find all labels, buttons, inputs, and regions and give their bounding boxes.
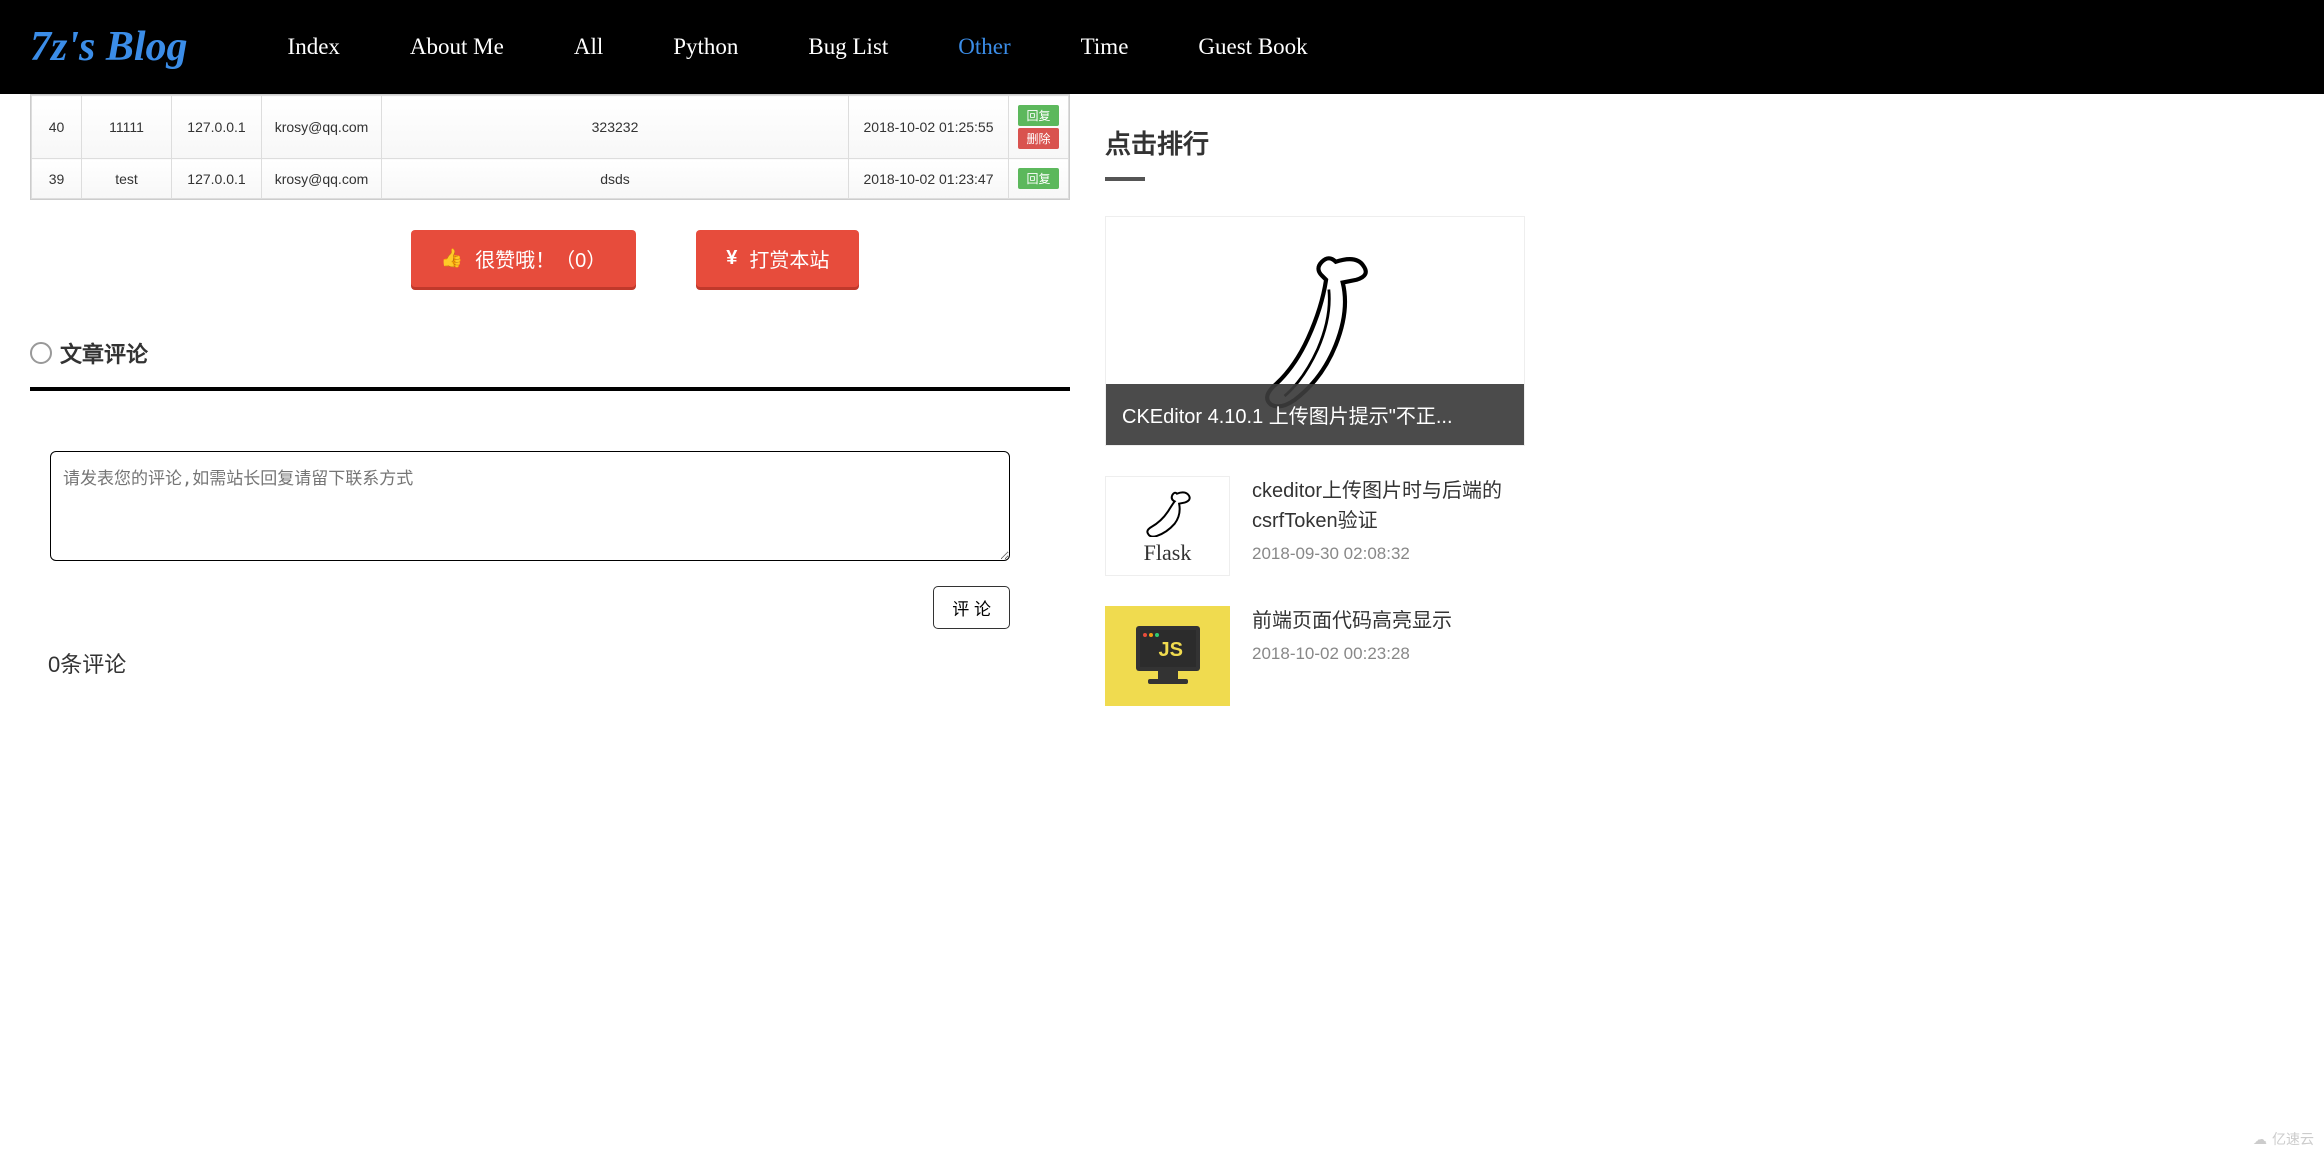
delete-button[interactable]: 删除 [1018,128,1058,149]
cell-ip: 127.0.0.1 [172,96,262,159]
post-info: ckeditor上传图片时与后端的csrfToken验证 2018-09-30 … [1252,476,1525,576]
flask-logo-icon [1133,487,1203,537]
nav-other[interactable]: Other [958,34,1010,60]
cell-email: krosy@qq.com [262,159,382,199]
cell-email: krosy@qq.com [262,96,382,159]
watermark: ☁ 亿速云 [2253,1129,2314,1149]
nav-all[interactable]: All [574,34,603,60]
post-title: ckeditor上传图片时与后端的csrfToken验证 [1252,476,1525,536]
header: 7z's Blog Index About Me All Python Bug … [0,0,2324,94]
post-date: 2018-09-30 02:08:32 [1252,544,1525,564]
comment-section: 文章评论 评 论 0条评论 [30,337,1070,679]
comment-title-text: 文章评论 [60,337,148,369]
nav-guestbook[interactable]: Guest Book [1198,34,1307,60]
donate-label: 打赏本站 [749,244,829,273]
cell-ip: 127.0.0.1 [172,159,262,199]
flask-label: Flask [1133,540,1203,566]
sidebar: 点击排行 CKEditor 4.10.1 上传图片提示"不正... Fl [1105,94,1525,766]
post-thumbnail: JS [1105,606,1230,706]
thumb-up-icon [441,247,463,270]
post-date: 2018-10-02 00:23:28 [1252,644,1525,664]
nav-index[interactable]: Index [288,34,340,60]
table-row: 40 11111 127.0.0.1 krosy@qq.com 323232 2… [32,96,1069,159]
main-content: 40 11111 127.0.0.1 krosy@qq.com 323232 2… [30,94,1070,766]
watermark-text: 亿速云 [2272,1129,2314,1149]
reply-button[interactable]: 回复 [1018,168,1058,189]
svg-text:JS: JS [1158,639,1182,661]
like-label: 很赞哦！（0） [475,244,606,273]
reply-button[interactable]: 回复 [1018,105,1058,126]
post-list: Flask ckeditor上传图片时与后端的csrfToken验证 2018-… [1105,476,1525,706]
list-item[interactable]: JS 前端页面代码高亮显示 2018-10-02 00:23:28 [1105,606,1525,706]
list-item[interactable]: Flask ckeditor上传图片时与后端的csrfToken验证 2018-… [1105,476,1525,576]
post-title: 前端页面代码高亮显示 [1252,606,1525,636]
nav-python[interactable]: Python [673,34,738,60]
post-info: 前端页面代码高亮显示 2018-10-02 00:23:28 [1252,606,1525,706]
yen-icon [726,247,737,270]
cell-name: 11111 [82,96,172,159]
cell-name: test [82,159,172,199]
speech-bubble-icon [30,342,52,364]
ranking-title: 点击排行 [1105,124,1525,181]
comment-count: 0条评论 [48,647,1052,679]
cell-time: 2018-10-02 01:25:55 [849,96,1009,159]
donate-button[interactable]: 打赏本站 [696,230,859,287]
cell-content: 323232 [382,96,849,159]
table-row: 39 test 127.0.0.1 krosy@qq.com dsds 2018… [32,159,1069,199]
site-logo[interactable]: 7z's Blog [30,23,188,71]
cell-id: 39 [32,159,82,199]
data-table: 40 11111 127.0.0.1 krosy@qq.com 323232 2… [30,94,1070,200]
comment-input[interactable] [50,451,1010,561]
featured-post[interactable]: CKEditor 4.10.1 上传图片提示"不正... [1105,216,1525,446]
like-button[interactable]: 很赞哦！（0） [411,230,637,287]
cell-content: dsds [382,159,849,199]
nav-about[interactable]: About Me [410,34,504,60]
post-thumbnail: Flask [1105,476,1230,576]
monitor-icon: JS [1128,621,1208,691]
featured-caption: CKEditor 4.10.1 上传图片提示"不正... [1106,384,1524,445]
action-buttons: 很赞哦！（0） 打赏本站 [30,230,1070,287]
submit-comment-button[interactable]: 评 论 [933,586,1010,629]
cell-actions: 回复 [1009,159,1069,199]
cell-actions: 回复 删除 [1009,96,1069,159]
comment-section-title: 文章评论 [30,337,1070,391]
cloud-icon: ☁ [2253,1131,2267,1148]
ranking-section: 点击排行 CKEditor 4.10.1 上传图片提示"不正... Fl [1105,94,1525,766]
nav-time[interactable]: Time [1081,34,1129,60]
cell-time: 2018-10-02 01:23:47 [849,159,1009,199]
main-nav: Index About Me All Python Bug List Other… [288,34,1308,60]
cell-id: 40 [32,96,82,159]
nav-buglist[interactable]: Bug List [808,34,888,60]
